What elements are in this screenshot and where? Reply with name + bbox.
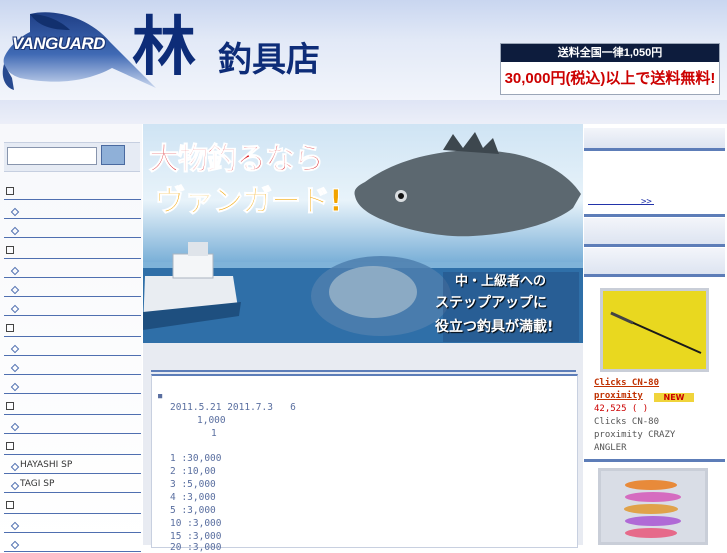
diamond-bullet-icon (10, 363, 20, 373)
campaign-period: 2011.5.21 2011.7.3 6 (170, 402, 296, 413)
prize-line: 3 :5,000 (170, 479, 216, 490)
banner-headline-1: 大物釣るなら (149, 142, 325, 178)
product-price: 42,525 ( ) (594, 404, 649, 414)
right-box-header (584, 218, 725, 244)
product-image-squid-jigs[interactable] (598, 468, 708, 545)
right-rule (584, 274, 725, 277)
diamond-bullet-icon (10, 226, 20, 236)
product-image-rod[interactable] (600, 288, 709, 372)
logo-text: VANGUARD (12, 34, 105, 53)
square-bullet-icon (6, 402, 14, 410)
banner-sub-1: 中・上級者への (455, 274, 547, 289)
shipping-promo-banner[interactable]: 送料全国一律1,050円 30,000円(税込)以上で送料無料! (500, 43, 720, 95)
nav-item[interactable] (4, 416, 141, 434)
right-rule (584, 214, 725, 217)
prize-line: 2 :10,00 (170, 466, 216, 477)
nav-item[interactable] (4, 279, 141, 297)
diamond-bullet-icon (10, 540, 20, 550)
right-rule (584, 148, 725, 151)
search-button[interactable] (101, 145, 125, 165)
content-bullet-icon: ■ (158, 392, 163, 400)
nav-item[interactable] (4, 298, 141, 316)
right-rule (584, 244, 725, 247)
product-name-line2[interactable]: proximity (594, 391, 643, 401)
nav-item[interactable] (4, 376, 141, 394)
diamond-bullet-icon (10, 481, 20, 491)
prize-line: 10 :3,000 (170, 518, 222, 529)
nav-item[interactable] (4, 338, 141, 356)
prize-line: 15 :3,000 (170, 531, 222, 542)
square-bullet-icon (6, 501, 14, 509)
diamond-bullet-icon (10, 207, 20, 217)
more-link[interactable]: >> (641, 197, 652, 207)
nav-category[interactable] (4, 396, 141, 415)
diamond-bullet-icon (10, 285, 20, 295)
square-bullet-icon (6, 246, 14, 254)
fishing-rod-icon (610, 311, 702, 354)
nav-category[interactable] (4, 436, 141, 455)
right-rule (584, 459, 725, 462)
campaign-amount: 1,000 (197, 415, 226, 426)
content-top-rule (151, 370, 576, 372)
diamond-bullet-icon (10, 382, 20, 392)
banner-headline-2: ヴァンガード! (155, 184, 344, 220)
banner-sub-2: ステップアップに (435, 295, 547, 311)
nav-item[interactable] (4, 260, 141, 278)
square-bullet-icon (6, 442, 14, 450)
store-name: 釣具店 (218, 40, 320, 80)
diamond-bullet-icon (10, 422, 20, 432)
promo-shipping-fee: 送料全国一律1,050円 (501, 44, 719, 62)
diamond-bullet-icon (10, 521, 20, 531)
nav-item[interactable]: TAGI SP (4, 475, 141, 493)
diamond-bullet-icon (10, 462, 20, 472)
nav-category[interactable] (4, 495, 141, 514)
product-desc-line2: proximity CRAZY (594, 430, 676, 440)
nav-item[interactable] (4, 220, 141, 238)
header-band (0, 100, 727, 124)
prize-line: 20 :3,000 (170, 542, 222, 553)
diamond-bullet-icon (10, 304, 20, 314)
diamond-bullet-icon (10, 266, 20, 276)
store-logo-kanji: 林 (132, 10, 196, 85)
nav-category[interactable] (4, 318, 141, 337)
square-bullet-icon (6, 187, 14, 195)
diamond-bullet-icon (10, 344, 20, 354)
search-input[interactable] (7, 147, 97, 165)
prize-line: 4 :3,000 (170, 492, 216, 503)
nav-category[interactable] (4, 181, 141, 200)
nav-item[interactable] (4, 534, 141, 552)
nav-item[interactable] (4, 201, 141, 219)
squid-jig-icon (624, 480, 681, 538)
campaign-count: 1 (211, 428, 217, 439)
site-header: VANGUARD 林 釣具店 送料全国一律1,050円 30,000円(税込)以… (0, 0, 727, 100)
right-box-header (584, 248, 725, 274)
square-bullet-icon (6, 324, 14, 332)
nav-category[interactable] (4, 240, 141, 259)
new-badge: NEW (654, 393, 694, 402)
product-name-line1[interactable]: Clicks CN-80 (594, 378, 659, 388)
prize-line: 5 :3,000 (170, 505, 216, 516)
hero-banner[interactable]: 大物釣るなら ヴァンガード! 中・上級者への ステップアップに 役立つ釣具が満載… (143, 124, 583, 343)
nav-item[interactable] (4, 357, 141, 375)
right-box-header (584, 128, 725, 148)
product-desc-line1: Clicks CN-80 (594, 417, 660, 427)
campaign-info-panel: ■ 2011.5.21 2011.7.3 6 1,000 1 1 :30,000… (151, 374, 578, 553)
prize-line: 1 :30,000 (170, 453, 222, 464)
product-desc-line3: ANGLER (594, 443, 627, 453)
search-box (4, 142, 140, 172)
nav-item[interactable]: HAYASHI SP (4, 456, 141, 474)
promo-free-shipping: 30,000円(税込)以上で送料無料! (504, 70, 716, 87)
nav-item[interactable] (4, 515, 141, 533)
banner-sub-3: 役立つ釣具が満載! (435, 319, 554, 335)
